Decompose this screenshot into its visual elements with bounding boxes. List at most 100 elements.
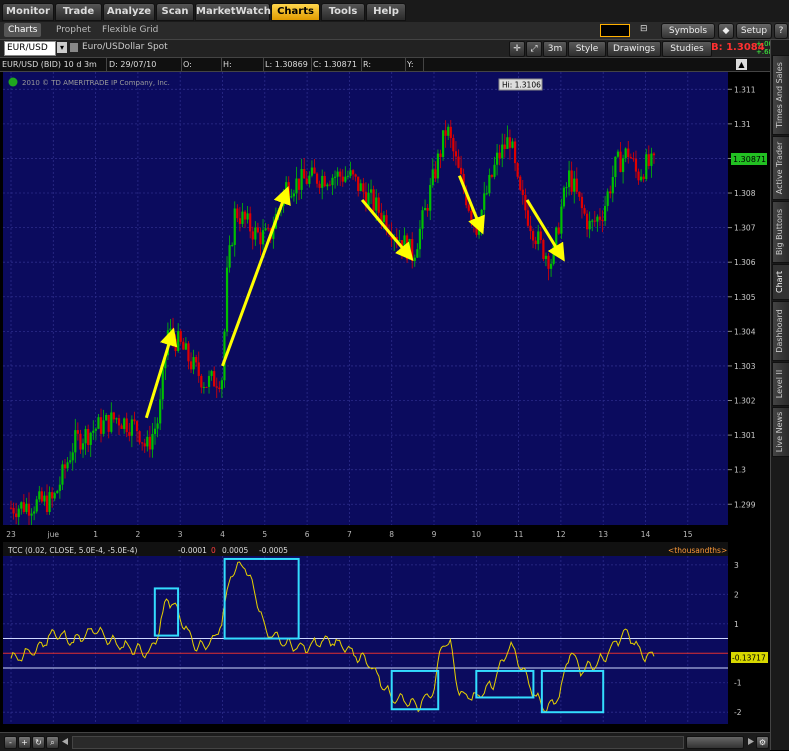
chart-area[interactable]: 1.299 1.3 1.301 1.302 1.303 1.304 1.305 1.306 1.… [0, 72, 770, 732]
time-scrollbar[interactable] [72, 736, 684, 749]
candle-body [313, 167, 316, 174]
candle-body [84, 428, 87, 444]
subtab-charts[interactable]: Charts [4, 23, 42, 37]
candle-body [177, 331, 180, 352]
tab-scan[interactable]: Scan [156, 3, 194, 21]
candle-body [192, 357, 195, 370]
candle-body [614, 156, 617, 178]
scroll-left-icon[interactable] [62, 738, 68, 745]
zoom-fit-icon[interactable]: ⌕ [46, 736, 59, 749]
price-tick-label: 1.304 [734, 327, 756, 336]
zoom-out-icon[interactable]: - [4, 736, 17, 749]
candle-body [457, 156, 460, 168]
tab-monitor[interactable]: Monitor [2, 3, 54, 21]
candle-body [452, 138, 455, 152]
refresh-icon[interactable]: ↻ [32, 736, 45, 749]
studies-button[interactable]: Studies [662, 41, 712, 57]
symbols-label: Symbols [668, 26, 708, 36]
sub-navigation: Charts Prophet Flexible Grid ⊟ Symbols ◆… [0, 22, 789, 40]
study-units: <thousandths> [668, 546, 727, 555]
layout-icon[interactable]: ⊟ [640, 24, 656, 36]
price-tick-label: 1.305 [734, 293, 756, 302]
candle-body [624, 148, 627, 159]
candle-body [92, 430, 95, 433]
candle-body [295, 178, 298, 194]
tab-help[interactable]: Help [366, 3, 406, 21]
candle-body [210, 371, 213, 376]
info-icon [8, 77, 18, 87]
candle-body [647, 154, 650, 166]
symbols-button[interactable]: Symbols [661, 23, 715, 39]
copyright-text: 2010 © TD AMERITRADE IP Company, Inc. [22, 79, 170, 87]
candle-body [560, 206, 563, 234]
candle-body [413, 257, 416, 262]
candle-body [213, 371, 216, 387]
candle-body [552, 245, 555, 264]
candle-body [105, 414, 108, 421]
study-axis-background [728, 556, 770, 724]
candle-body [48, 492, 51, 512]
candle-body [267, 228, 270, 230]
setup-button[interactable]: Setup [736, 23, 772, 39]
crosshair-icon[interactable]: ✛ [509, 41, 525, 57]
candle-body [69, 460, 72, 463]
sidebar-tab-times-and-sales[interactable]: Times And Sales [772, 55, 789, 135]
scrollbar-thumb[interactable] [686, 736, 744, 749]
candle-body [483, 193, 486, 210]
candle-body [493, 164, 496, 177]
top-navigation: Monitor Trade Analyze Scan MarketWatch C… [0, 0, 789, 23]
high-label-text: Hi: 1.3106 [502, 81, 541, 90]
link-icon[interactable] [70, 43, 78, 52]
candle-body [285, 182, 288, 192]
layout-selector[interactable] [600, 24, 630, 37]
style-button[interactable]: Style [568, 41, 606, 57]
bottom-toolbar: - + ↻ ⌕ ⚙ [0, 732, 770, 751]
tab-trade[interactable]: Trade [55, 3, 102, 21]
info-date: D: 29/07/10 15:30 [107, 58, 182, 82]
tab-marketwatch[interactable]: MarketWatch [195, 3, 271, 21]
study-tick-label: 3 [734, 561, 739, 570]
candle-body [99, 417, 103, 434]
sidebar-tab-live-news[interactable]: Live News [772, 407, 789, 457]
scroll-right-icon[interactable] [748, 738, 754, 745]
candle-body [650, 153, 653, 166]
study-value-1: -0.0001 [178, 546, 207, 555]
candle-body [45, 495, 49, 512]
tab-analyze[interactable]: Analyze [103, 3, 155, 21]
candle-body [243, 211, 247, 220]
candle-body [470, 210, 473, 221]
interval-button[interactable]: 3m [543, 41, 567, 57]
candle-body [447, 126, 450, 136]
drawings-button[interactable]: Drawings [607, 41, 661, 57]
candle-body [539, 231, 542, 240]
lock-icon[interactable]: ◆ [718, 23, 734, 39]
candle-body [241, 211, 244, 224]
expand-icon[interactable]: ▲ [736, 59, 747, 70]
candle-body [346, 175, 350, 177]
candle-body [205, 386, 208, 388]
candle-body [238, 218, 241, 224]
time-tick-label: 1 [93, 530, 98, 539]
info-open: O: 1.3087 [181, 58, 222, 82]
subtab-flexible-grid[interactable]: Flexible Grid [98, 23, 162, 37]
candle-body [256, 227, 259, 233]
tab-tools[interactable]: Tools [321, 3, 365, 21]
sidebar-tab-active-trader[interactable]: Active Trader [772, 136, 789, 200]
tab-charts[interactable]: Charts [271, 3, 320, 21]
time-tick-label: 6 [305, 530, 310, 539]
symbol-dropdown-icon[interactable]: ▾ [57, 42, 67, 53]
candle-body [501, 144, 504, 159]
zoom-icon[interactable]: ⤢ [526, 41, 542, 57]
symbol-input[interactable]: EUR/USD [4, 41, 56, 56]
help-icon[interactable]: ? [774, 23, 788, 39]
sidebar-label: Live News [775, 411, 784, 453]
candle-body [629, 156, 632, 159]
candle-body [598, 216, 602, 220]
candle-body [43, 495, 46, 502]
copyright-note: 2010 © TD AMERITRADE IP Company, Inc. [8, 77, 170, 87]
candle-body [367, 192, 370, 207]
zoom-in-icon[interactable]: + [18, 736, 31, 749]
settings-gear-icon[interactable]: ⚙ [756, 736, 769, 749]
subtab-prophet[interactable]: Prophet [52, 23, 95, 37]
candle-body [331, 177, 334, 186]
